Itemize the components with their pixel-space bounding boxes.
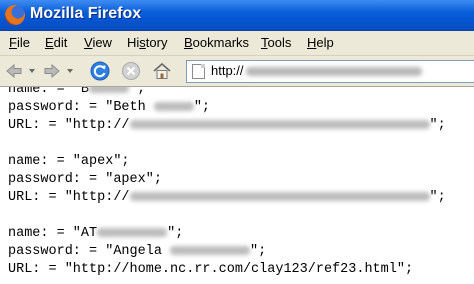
entry-1-password-line: password: = "Beth "; xyxy=(8,100,210,118)
entry-3-url-line: URL: = "http://home.nc.rr.com/clay123/re… xyxy=(8,262,414,277)
home-button[interactable] xyxy=(151,60,173,82)
redacted-password xyxy=(153,101,194,111)
entry-1-name-start: name: = "B xyxy=(8,87,90,97)
entry-1-name-line: name: = "B "; xyxy=(8,87,145,100)
entry-1-url-end: "; xyxy=(429,118,446,133)
address-bar[interactable]: http:// xyxy=(186,60,474,83)
back-arrow-icon xyxy=(6,63,22,79)
navigation-toolbar: http:// xyxy=(0,56,474,87)
redacted-url xyxy=(129,119,430,129)
stop-icon xyxy=(122,62,140,80)
menu-bookmarks-label: ookmarks xyxy=(192,35,250,50)
menu-history[interactable]: History xyxy=(127,35,167,50)
entry-3-name-start: name: = "AT xyxy=(8,226,98,241)
redacted-name xyxy=(97,227,168,237)
entry-2-url-line: URL: = "http:// "; xyxy=(8,190,446,208)
menu-history-label: tory xyxy=(145,35,168,50)
menu-tools-label: ools xyxy=(267,35,292,50)
redacted-password xyxy=(170,245,251,255)
menu-help[interactable]: Help xyxy=(307,35,334,50)
menu-help-label: elp xyxy=(316,35,334,50)
menu-view[interactable]: View xyxy=(84,35,112,50)
reload-button[interactable] xyxy=(89,60,111,82)
title-bar: Mozilla Firefox xyxy=(0,0,474,31)
blurred-url xyxy=(245,67,422,77)
home-icon xyxy=(153,62,171,79)
menu-edit[interactable]: Edit xyxy=(45,35,67,50)
entry-2-password-line: password: = "apex"; xyxy=(8,172,162,187)
forward-arrow-icon xyxy=(44,63,60,79)
entry-1-url-line: URL: = "http:// "; xyxy=(8,118,446,136)
back-button[interactable] xyxy=(3,60,25,82)
entry-1-password-end: "; xyxy=(193,100,211,115)
menu-bar: File Edit View History Bookmarks Tools H… xyxy=(0,31,474,56)
reload-icon xyxy=(90,61,110,81)
entry-3-password-end: "; xyxy=(250,244,267,259)
entry-2-name-line: name: = "apex"; xyxy=(8,154,130,169)
menu-tools[interactable]: Tools xyxy=(261,35,291,50)
menu-edit-mnemonic: E xyxy=(45,35,54,50)
window-title: Mozilla Firefox xyxy=(30,5,142,22)
menu-file-label: ile xyxy=(16,35,30,50)
entry-2-url-start: URL: = "http:// xyxy=(8,190,130,205)
entry-3-name-end: "; xyxy=(167,226,184,241)
entry-3-password-start: password: = "Angela xyxy=(8,244,171,259)
entry-1-url-start: URL: = "http:// xyxy=(8,118,130,133)
forward-dropdown-icon[interactable] xyxy=(67,69,73,73)
menu-history-prefix: Hi xyxy=(127,35,140,50)
menu-file[interactable]: File xyxy=(9,35,30,50)
entry-3-name-line: name: = "AT "; xyxy=(8,226,183,244)
menu-file-mnemonic: F xyxy=(9,35,17,50)
forward-button[interactable] xyxy=(41,60,63,82)
redacted-name xyxy=(89,87,130,93)
menu-edit-label: dit xyxy=(53,35,68,50)
entry-1-password-start: password: = "Beth xyxy=(8,100,154,115)
menu-view-label: iew xyxy=(92,35,112,50)
menu-help-mnemonic: H xyxy=(307,35,317,50)
firefox-logo-icon xyxy=(5,5,25,25)
page-icon xyxy=(192,64,205,79)
back-dropdown-icon[interactable] xyxy=(29,69,35,73)
entry-1-name-end: "; xyxy=(129,87,146,97)
redacted-url xyxy=(129,191,430,201)
page-content: name: = "B "; password: = "Beth "; URL: =… xyxy=(0,87,474,284)
stop-button[interactable] xyxy=(120,60,142,82)
entry-2-url-end: "; xyxy=(429,190,446,205)
url-prefix: http:// xyxy=(211,63,244,78)
entry-3-password-line: password: = "Angela "; xyxy=(8,244,266,262)
address-text[interactable]: http:// xyxy=(211,63,422,78)
menu-bookmarks-mnemonic: B xyxy=(184,35,193,50)
menu-bookmarks[interactable]: Bookmarks xyxy=(184,35,249,50)
